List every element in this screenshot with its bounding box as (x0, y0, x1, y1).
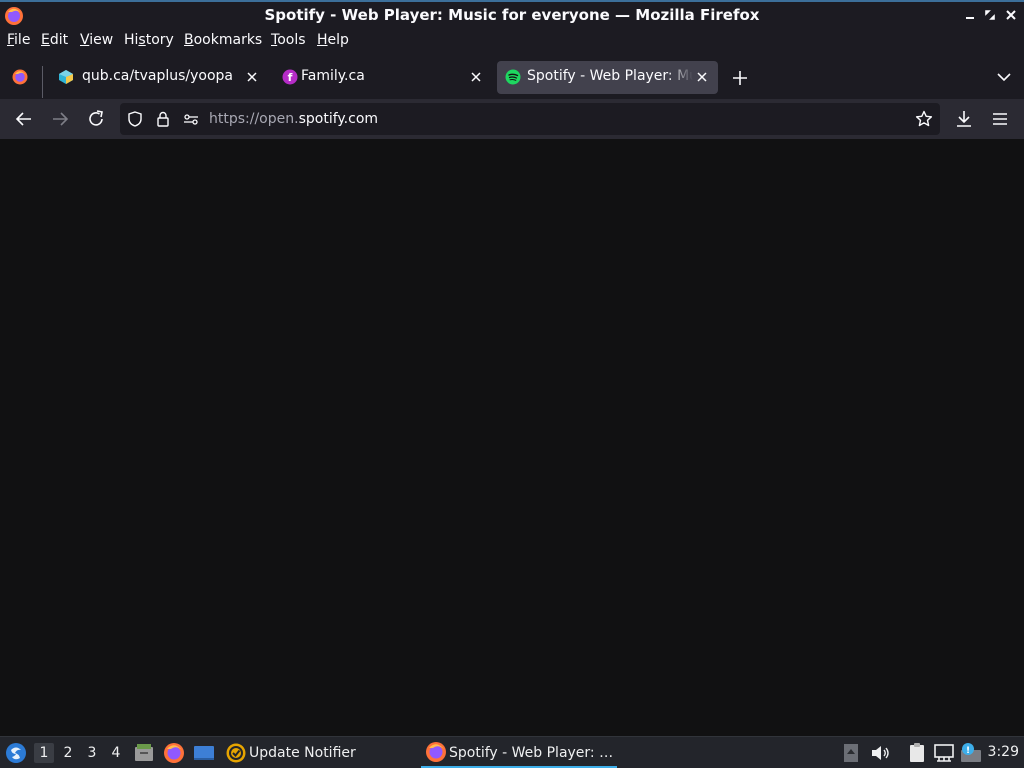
update-notifier-icon (226, 743, 246, 763)
window-titlebar[interactable]: Spotify - Web Player: Music for everyone… (0, 0, 1024, 29)
navigation-toolbar: https://open.spotify.com (0, 99, 1024, 139)
menu-view-accel: V (80, 32, 90, 48)
spotify-icon (505, 69, 521, 85)
menu-history[interactable]: History (124, 32, 174, 48)
app-launcher-icon[interactable] (5, 742, 27, 764)
new-tab-icon[interactable] (731, 69, 749, 87)
desktop-icon[interactable] (193, 742, 215, 764)
tab-close-icon[interactable] (244, 69, 260, 85)
url-text[interactable]: https://open.spotify.com (209, 111, 378, 127)
url-bar[interactable]: https://open.spotify.com (120, 103, 940, 135)
menu-history-label: tory (145, 32, 174, 48)
minimize-icon (966, 17, 974, 19)
window-title: Spotify - Web Player: Music for everyone… (264, 6, 760, 24)
maximize-button[interactable] (982, 7, 998, 23)
menu-file-accel: F (7, 32, 15, 48)
volume-speaker-icon[interactable] (869, 742, 891, 764)
url-prefix: https://open. (209, 111, 299, 127)
clock[interactable]: 3:29 (988, 744, 1019, 760)
pinned-tab-separator (42, 66, 43, 98)
workspace-2[interactable]: 2 (58, 743, 78, 763)
clipboard-icon[interactable] (906, 742, 928, 764)
menu-bookmarks-accel: B (184, 32, 194, 48)
menu-tools-label: ools (277, 32, 306, 48)
menu-edit[interactable]: Edit (41, 32, 68, 48)
file-manager-icon[interactable] (133, 742, 155, 764)
pinned-tab-firefox[interactable] (4, 61, 36, 94)
downloads-icon[interactable] (952, 107, 976, 131)
close-window-button[interactable] (1003, 7, 1019, 23)
bookmark-star-icon[interactable] (915, 110, 933, 128)
tab-strip: qub.ca/tvaplus/yoopa f Family.ca Spotify… (0, 54, 1024, 99)
menu-help-accel: H (317, 32, 328, 48)
tray-scroll-up-icon[interactable] (842, 742, 860, 764)
svg-text:f: f (288, 71, 293, 84)
url-domain: spotify.com (298, 111, 379, 127)
back-arrow-icon[interactable] (12, 107, 36, 131)
maximize-icon (985, 10, 995, 20)
desktop-screen: Spotify - Web Player: Music for everyone… (0, 0, 1024, 768)
firefox-icon (426, 742, 446, 762)
firefox-launcher-icon[interactable] (163, 742, 185, 764)
qub-icon (59, 70, 73, 84)
menu-file[interactable]: File (7, 32, 30, 48)
menu-view-label: iew (89, 32, 114, 48)
notification-icon[interactable]: ! (960, 742, 982, 764)
tab-qub[interactable]: qub.ca/tvaplus/yoopa (48, 61, 270, 94)
task-label: Spotify - Web Player: … (449, 745, 614, 761)
tab-label: Family.ca (301, 68, 365, 84)
minimize-button[interactable] (962, 7, 978, 23)
family-icon: f (282, 69, 298, 85)
list-all-tabs-chevron-down-icon[interactable] (996, 69, 1012, 85)
tab-family[interactable]: f Family.ca (272, 61, 494, 94)
firefox-icon (12, 69, 28, 85)
menu-edit-accel: E (41, 32, 50, 48)
web-content-area[interactable] (0, 139, 1024, 736)
menu-view[interactable]: View (80, 32, 113, 48)
close-icon (1006, 10, 1016, 20)
workspace-4[interactable]: 4 (106, 743, 126, 763)
tab-close-icon[interactable] (694, 69, 710, 85)
site-permissions-icon[interactable] (183, 111, 199, 127)
workspace-1[interactable]: 1 (34, 743, 54, 763)
task-label: Update Notifier (249, 745, 356, 761)
tab-label: qub.ca/tvaplus/yoopa (82, 68, 233, 84)
menu-bookmarks[interactable]: Bookmarks (184, 32, 262, 48)
taskbar: 1 2 3 4 Update Notifier Spotify - Web Pl… (0, 736, 1024, 768)
tab-close-icon[interactable] (468, 69, 484, 85)
task-firefox-spotify[interactable]: Spotify - Web Player: … (421, 737, 617, 768)
menu-history-accel: s (138, 32, 146, 48)
menu-edit-label: dit (49, 32, 69, 48)
menu-help-label: elp (327, 32, 349, 48)
workspace-3[interactable]: 3 (82, 743, 102, 763)
menu-bar: File Edit View History Bookmarks Tools H… (0, 29, 1024, 54)
lock-icon[interactable] (155, 111, 171, 127)
menu-history-pre: Hi (124, 32, 139, 48)
svg-text:!: ! (966, 746, 970, 756)
menu-help[interactable]: Help (317, 32, 349, 48)
menu-file-label: ile (14, 32, 31, 48)
menu-tools[interactable]: Tools (271, 32, 306, 48)
tracking-protection-shield-icon[interactable] (127, 111, 143, 127)
tab-spotify[interactable]: Spotify - Web Player: Music for everyone (497, 61, 718, 94)
menu-bookmarks-label: ookmarks (193, 32, 263, 48)
hamburger-menu-icon[interactable] (988, 107, 1012, 131)
task-update-notifier[interactable]: Update Notifier (222, 737, 412, 768)
reload-icon[interactable] (84, 107, 108, 131)
tab-label: Spotify - Web Player: Music for everyone (527, 68, 693, 84)
forward-arrow-icon[interactable] (48, 107, 72, 131)
network-icon[interactable] (933, 742, 955, 764)
